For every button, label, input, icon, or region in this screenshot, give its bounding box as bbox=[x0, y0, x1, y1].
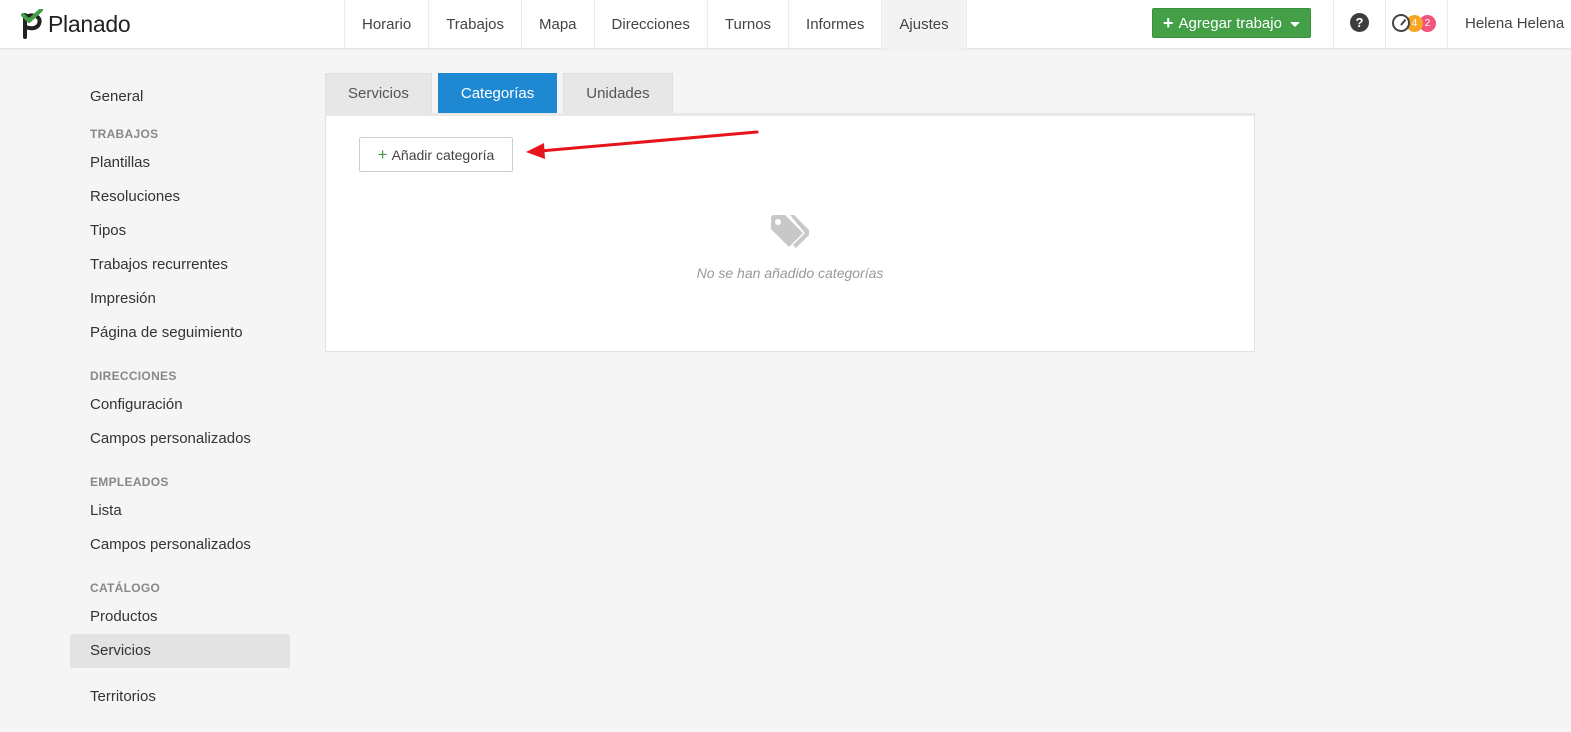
sidebar-item-campos-empleados[interactable]: Campos personalizados bbox=[70, 528, 290, 562]
help-icon[interactable]: ? bbox=[1350, 13, 1369, 32]
sidebar-item-servicios[interactable]: Servicios bbox=[70, 634, 290, 668]
sidebar-item-campos-direcciones[interactable]: Campos personalizados bbox=[70, 422, 290, 456]
sidebar-item-general[interactable]: General bbox=[70, 80, 290, 114]
sidebar-heading-empleados: EMPLEADOS bbox=[90, 475, 169, 489]
sidebar-heading-catalogo: CATÁLOGO bbox=[90, 581, 161, 595]
main-nav: Horario Trabajos Mapa Direcciones Turnos… bbox=[344, 0, 967, 49]
tab-categorias[interactable]: Categorías bbox=[437, 73, 558, 113]
add-category-button[interactable]: + Añadir categoría bbox=[359, 137, 513, 172]
empty-state-text: No se han añadido categorías bbox=[696, 265, 884, 281]
nav-informes[interactable]: Informes bbox=[788, 0, 881, 49]
planado-logo[interactable]: Planado bbox=[20, 8, 131, 40]
top-bar: Planado Horario Trabajos Mapa Direccione… bbox=[0, 0, 1571, 49]
nav-mapa[interactable]: Mapa bbox=[521, 0, 594, 49]
logo-text: Planado bbox=[48, 10, 131, 37]
sidebar-heading-direcciones: DIRECCIONES bbox=[90, 369, 177, 383]
user-menu[interactable]: Helena Helena bbox=[1465, 0, 1564, 46]
nav-horario[interactable]: Horario bbox=[344, 0, 428, 49]
sidebar-item-territorios[interactable]: Territorios bbox=[70, 680, 290, 714]
sidebar-item-configuracion[interactable]: Configuración bbox=[70, 388, 290, 422]
tab-servicios[interactable]: Servicios bbox=[325, 73, 432, 113]
sidebar-heading-trabajos: TRABAJOS bbox=[90, 127, 159, 141]
sidebar-item-lista[interactable]: Lista bbox=[70, 494, 290, 528]
tab-unidades[interactable]: Unidades bbox=[563, 73, 673, 113]
planado-logo-icon bbox=[21, 9, 43, 39]
add-category-label: Añadir categoría bbox=[391, 146, 495, 163]
sidebar-item-pagina-seguimiento[interactable]: Página de seguimiento bbox=[70, 316, 290, 350]
catalog-tabs: Servicios Categorías Unidades bbox=[325, 73, 673, 113]
plus-icon: + bbox=[377, 145, 388, 164]
nav-direcciones[interactable]: Direcciones bbox=[593, 0, 707, 49]
add-job-button[interactable]: + Agregar trabajo bbox=[1152, 8, 1311, 38]
sidebar-item-productos[interactable]: Productos bbox=[70, 600, 290, 634]
nav-trabajos[interactable]: Trabajos bbox=[428, 0, 521, 49]
sidebar-item-resoluciones[interactable]: Resoluciones bbox=[70, 180, 290, 214]
sidebar-item-plantillas[interactable]: Plantillas bbox=[70, 146, 290, 180]
plus-icon: + bbox=[1163, 13, 1174, 33]
nav-ajustes[interactable]: Ajustes bbox=[881, 0, 967, 49]
caret-down-icon bbox=[1289, 22, 1300, 27]
header-divider bbox=[1447, 0, 1448, 49]
sidebar-item-trabajos-recurrentes[interactable]: Trabajos recurrentes bbox=[70, 248, 290, 282]
tags-icon bbox=[771, 215, 809, 248]
add-job-label: Agregar trabajo bbox=[1178, 14, 1282, 32]
sidebar-item-tipos[interactable]: Tipos bbox=[70, 214, 290, 248]
header-divider bbox=[1333, 0, 1334, 49]
settings-sidebar: General TRABAJOS Plantillas Resoluciones… bbox=[70, 80, 290, 714]
activity-indicator[interactable]: 4 2 bbox=[1392, 13, 1436, 33]
categories-panel: + Añadir categoría No se han añadido cat… bbox=[325, 113, 1255, 352]
sidebar-item-impresion[interactable]: Impresión bbox=[70, 282, 290, 316]
header-divider bbox=[1385, 0, 1386, 49]
gauge-icon bbox=[1392, 14, 1410, 32]
nav-turnos[interactable]: Turnos bbox=[706, 0, 788, 49]
